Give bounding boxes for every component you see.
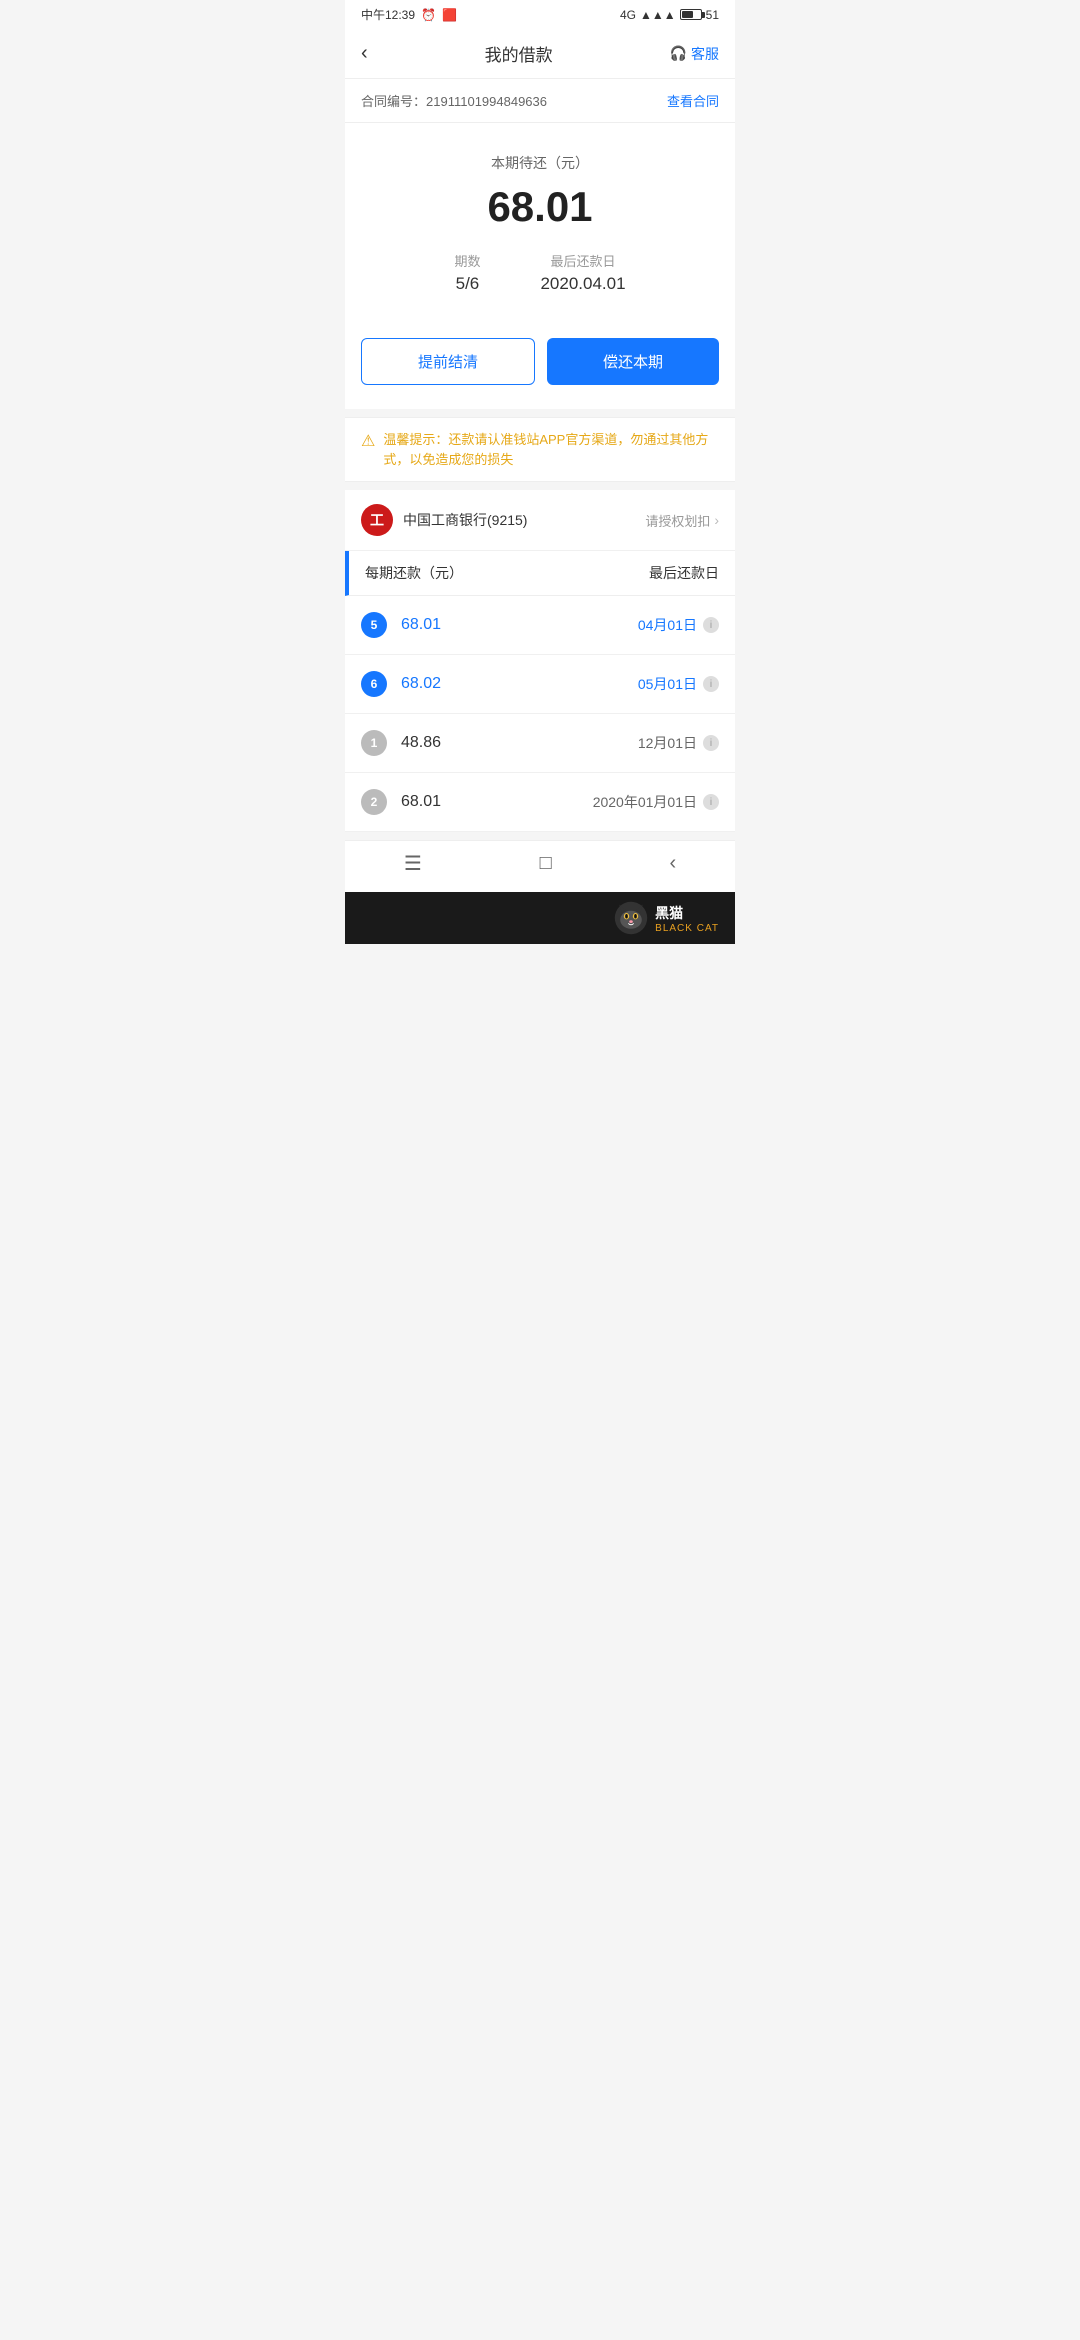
status-left: 中午12:39 ⏰ 🟥 <box>361 6 457 23</box>
row-date: 12月01日 <box>638 733 697 753</box>
row-amount: 68.01 <box>401 793 579 811</box>
battery-icon <box>680 9 702 20</box>
table-row: 6 68.02 05月01日 i <box>345 655 735 714</box>
row-amount: 68.02 <box>401 675 624 693</box>
bottom-nav: ☰ □ ‹ <box>345 840 735 892</box>
black-cat-logo: 黑猫 BLACK CAT <box>613 900 719 936</box>
warning-text: 温馨提示：还款请认准钱站APP官方渠道，勿通过其他方式，以免造成您的损失 <box>383 430 719 469</box>
service-label: 客服 <box>691 44 719 64</box>
status-bar: 中午12:39 ⏰ 🟥 4G ▲▲▲ 51 <box>345 0 735 29</box>
black-cat-icon <box>613 900 649 936</box>
period-value: 5/6 <box>454 274 480 294</box>
contract-bar: 合同编号：21911101994849636 查看合同 <box>345 79 735 123</box>
row-date-wrap: 12月01日 i <box>638 733 719 753</box>
table-header-left: 每期还款（元） <box>365 563 463 583</box>
headset-icon: 🎧 <box>670 45 687 62</box>
row-date: 05月01日 <box>638 674 697 694</box>
bank-action[interactable]: 请授权划扣 › <box>645 511 719 530</box>
table-header: 每期还款（元） 最后还款日 <box>345 551 735 596</box>
amount-value: 68.01 <box>361 183 719 231</box>
table-row: 5 68.01 04月01日 i <box>345 596 735 655</box>
table-header-right: 最后还款日 <box>649 563 719 583</box>
row-date-wrap: 04月01日 i <box>638 615 719 635</box>
battery-level: 51 <box>706 8 719 22</box>
bank-action-label: 请授权划扣 <box>645 511 710 530</box>
view-contract-link[interactable]: 查看合同 <box>667 91 719 110</box>
home-icon[interactable]: □ <box>540 852 552 875</box>
row-amount: 68.01 <box>401 616 624 634</box>
back-nav-icon[interactable]: ‹ <box>669 852 676 875</box>
warning-bar: ⚠ 温馨提示：还款请认准钱站APP官方渠道，勿通过其他方式，以免造成您的损失 <box>345 417 735 482</box>
wifi-signal-icon: ▲▲▲ <box>640 8 676 22</box>
header: ‹ 我的借款 🎧 客服 <box>345 29 735 79</box>
bank-row[interactable]: 工 中国工商银行(9215) 请授权划扣 › <box>345 490 735 551</box>
contract-number: 合同编号：21911101994849636 <box>361 91 547 110</box>
row-amount: 48.86 <box>401 734 624 752</box>
warning-icon: ⚠ <box>361 431 375 451</box>
cat-text: 黑猫 BLACK CAT <box>655 903 719 934</box>
row-number: 2 <box>361 789 387 815</box>
row-number: 5 <box>361 612 387 638</box>
period-label: 期数 <box>454 251 480 270</box>
status-right: 4G ▲▲▲ 51 <box>620 8 719 22</box>
table-row: 1 48.86 12月01日 i <box>345 714 735 773</box>
back-button[interactable]: ‹ <box>361 42 368 65</box>
info-circle-icon[interactable]: i <box>703 735 719 751</box>
payment-rows: 5 68.01 04月01日 i 6 68.02 05月01日 i 1 48.8… <box>345 596 735 832</box>
menu-icon[interactable]: ☰ <box>404 851 422 876</box>
period-info: 期数 5/6 <box>454 251 480 294</box>
info-circle-icon[interactable]: i <box>703 676 719 692</box>
bank-info: 工 中国工商银行(9215) <box>361 504 527 536</box>
due-date-info: 最后还款日 2020.04.01 <box>540 251 625 294</box>
early-repay-button[interactable]: 提前结清 <box>361 338 535 385</box>
alarm-icon: ⏰ <box>421 8 436 22</box>
sim-icon: 🟥 <box>442 8 457 22</box>
row-number: 1 <box>361 730 387 756</box>
action-buttons: 提前结清 偿还本期 <box>345 338 735 409</box>
black-cat-watermark: 黑猫 BLACK CAT <box>345 892 735 944</box>
info-circle-icon[interactable]: i <box>703 794 719 810</box>
cat-chinese-text: 黑猫 <box>655 903 719 923</box>
row-date-wrap: 2020年01月01日 i <box>593 792 719 812</box>
repay-now-button[interactable]: 偿还本期 <box>547 338 719 385</box>
chevron-right-icon: › <box>714 512 719 528</box>
customer-service-button[interactable]: 🎧 客服 <box>670 44 719 64</box>
amount-section: 本期待还（元） 68.01 期数 5/6 最后还款日 2020.04.01 <box>345 123 735 338</box>
bank-name: 中国工商银行(9215) <box>403 510 527 530</box>
cat-english-text: BLACK CAT <box>655 923 719 934</box>
row-number: 6 <box>361 671 387 697</box>
info-circle-icon[interactable]: i <box>703 617 719 633</box>
row-date: 2020年01月01日 <box>593 792 697 812</box>
due-date-value: 2020.04.01 <box>540 274 625 294</box>
due-date-label: 最后还款日 <box>540 251 625 270</box>
signal-icon: 4G <box>620 8 636 22</box>
page-title: 我的借款 <box>485 41 553 66</box>
row-date: 04月01日 <box>638 615 697 635</box>
bank-icon: 工 <box>361 504 393 536</box>
table-row: 2 68.01 2020年01月01日 i <box>345 773 735 832</box>
amount-info: 期数 5/6 最后还款日 2020.04.01 <box>361 251 719 294</box>
time-display: 中午12:39 <box>361 6 415 23</box>
row-date-wrap: 05月01日 i <box>638 674 719 694</box>
amount-label: 本期待还（元） <box>361 153 719 173</box>
